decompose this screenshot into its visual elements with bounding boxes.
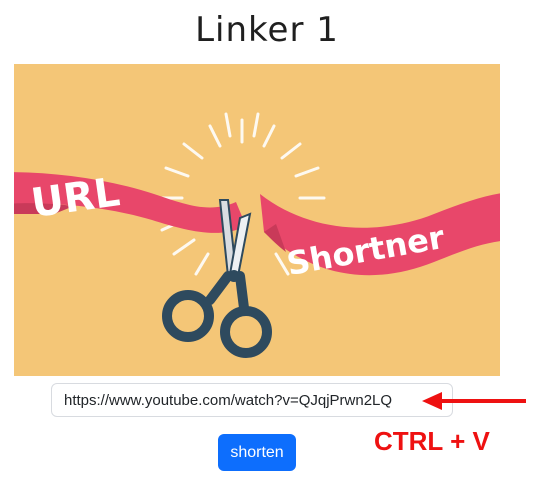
- page-title: Linker 1: [195, 10, 339, 50]
- url-input[interactable]: [51, 383, 453, 417]
- hero-image: URL Shortner: [14, 64, 500, 376]
- paste-hint-label: CTRL + V: [374, 426, 490, 456]
- shorten-button[interactable]: shorten: [218, 434, 296, 471]
- arrow-left-icon: [422, 392, 526, 410]
